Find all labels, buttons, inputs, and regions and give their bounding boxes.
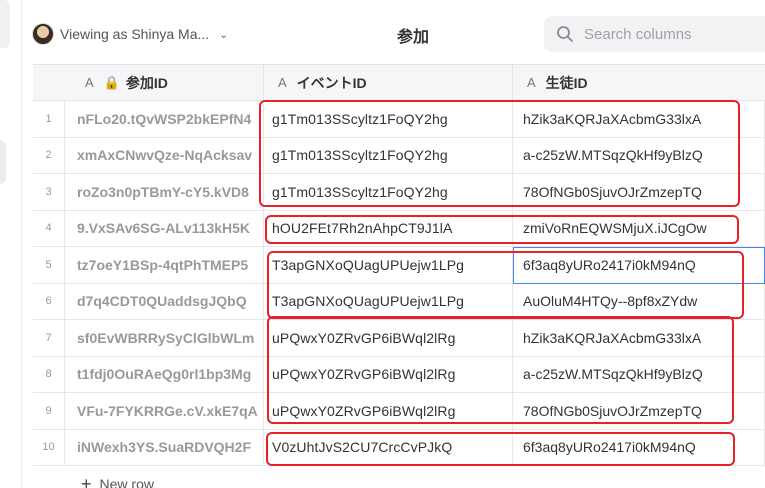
table-row: 8 t1fdj0OuRAeQg0rl1bp3Mg uPQwxY0ZRvGP6iBWq… [33,356,765,393]
row-number: 10 [33,429,65,466]
student-id-cell[interactable]: hZik3aKQRJaXAcbmG33lxA [513,320,765,357]
new-row-label: New row [99,476,154,488]
event-id-cell[interactable]: g1Tm013SScyltz1FoQY2hg [264,101,513,138]
table-row: 3 roZo3n0pTBmY-cY5.kVD8 g1Tm013SScyltz1FoQ… [33,174,765,211]
sidebar-tab-indicator [0,0,10,48]
left-sidebar-edge [0,0,22,488]
search-icon [557,26,573,42]
avatar [32,23,54,45]
student-id-cell[interactable]: a-c25zW.MTSqzQkHf9yBlzQ [513,137,765,174]
event-id-cell[interactable]: V0zUhtJvS2CU7CrcCvPJkQ [264,429,513,466]
participation-id-cell[interactable]: nFLo20.tQvWSP2bkEPfN4 [65,101,264,138]
column-header-label: 参加ID [125,74,168,91]
viewing-as-label: Viewing as Shinya Ma... [60,26,210,42]
column-header-label: 生徒ID [545,74,588,91]
event-id-cell[interactable]: T3apGNXoQUagUPUejw1LPg [264,247,513,284]
event-id-cell[interactable]: hOU2FEt7Rh2nAhpCT9J1lA [264,210,513,247]
table-row: 2 xmAxCNwvQze-NqAcksav g1Tm013SScyltz1FoQY… [33,137,765,174]
text-type-icon: A [527,75,536,90]
table-row: 5 tz7oeY1BSp-4qtPhTMEP5 T3apGNXoQUagUPUejw… [33,247,765,284]
column-header-event-id[interactable]: A イベントID [264,65,513,101]
data-grid: A 🔒 参加ID A イベントID A 生徒ID 1 nFLo20.tQvWSP2… [33,64,765,488]
sidebar-tab-indicator [0,140,6,184]
row-number: 9 [33,393,65,430]
participation-id-cell[interactable]: t1fdj0OuRAeQg0rl1bp3Mg [65,356,264,393]
new-row-button[interactable]: + New row [33,469,765,488]
student-id-cell[interactable]: 78OfNGb0SjuvOJrZmzepTQ [513,174,765,211]
column-header-participation-id[interactable]: A 🔒 参加ID [33,65,264,101]
event-id-cell[interactable]: g1Tm013SScyltz1FoQY2hg [264,137,513,174]
search-input[interactable] [584,25,764,43]
participation-id-cell[interactable]: roZo3n0pTBmY-cY5.kVD8 [65,174,264,211]
search-columns-box[interactable] [544,16,765,52]
event-id-cell[interactable]: uPQwxY0ZRvGP6iBWql2lRg [264,320,513,357]
table-row: 10 iNWexh3YS.SuaRDVQH2F V0zUhtJvS2CU7CrcCv… [33,429,765,466]
table-row: 4 9.VxSAv6SG-ALv113kH5K hOU2FEt7Rh2nAhpCT9… [33,210,765,247]
event-id-cell[interactable]: T3apGNXoQUagUPUejw1LPg [264,283,513,320]
participation-id-cell[interactable]: VFu-7FYKRRGe.cV.xkE7qA [65,393,264,430]
row-number: 7 [33,320,65,357]
chevron-down-icon: ⌄ [219,28,229,41]
column-header-student-id[interactable]: A 生徒ID [513,65,765,101]
row-number: 8 [33,356,65,393]
column-header-label: イベントID [296,74,367,91]
row-number: 2 [33,137,65,174]
student-id-cell[interactable]: zmiVoRnEQWSMjuX.iJCgOw [513,210,765,247]
table-row: 6 d7q4CDT0QUaddsgJQbQ T3apGNXoQUagUPUejw1L… [33,283,765,320]
student-id-cell[interactable]: AuOluM4HTQy--8pf8xZYdw [513,283,765,320]
participation-id-cell[interactable]: tz7oeY1BSp-4qtPhTMEP5 [65,247,264,284]
table-row: 1 nFLo20.tQvWSP2bkEPfN4 g1Tm013SScyltz1FoQ… [33,101,765,138]
row-number: 4 [33,210,65,247]
participation-id-cell[interactable]: d7q4CDT0QUaddsgJQbQ [65,283,264,320]
text-type-icon: A [278,75,287,90]
top-bar: Viewing as Shinya Ma... ⌄ 参加 [22,0,765,64]
row-number: 5 [33,247,65,284]
lock-icon: 🔒 [103,74,120,90]
student-id-cell[interactable]: a-c25zW.MTSqzQkHf9yBlzQ [513,356,765,393]
student-id-cell[interactable]: 78OfNGb0SjuvOJrZmzepTQ [513,393,765,430]
row-number: 6 [33,283,65,320]
student-id-cell[interactable]: 6f3aq8yURo2417i0kM94nQ [513,247,765,284]
participation-id-cell[interactable]: 9.VxSAv6SG-ALv113kH5K [65,210,264,247]
viewing-as-selector[interactable]: Viewing as Shinya Ma... ⌄ [32,21,228,47]
row-number: 3 [33,174,65,211]
participation-id-cell[interactable]: iNWexh3YS.SuaRDVQH2F [65,429,264,466]
plus-icon: + [81,473,92,488]
row-number: 1 [33,101,65,138]
event-id-cell[interactable]: uPQwxY0ZRvGP6iBWql2lRg [264,393,513,430]
student-id-cell[interactable]: 6f3aq8yURo2417i0kM94nQ [513,429,765,466]
table-row: 7 sf0EvWBRRySyClGlbWLm uPQwxY0ZRvGP6iBWql2… [33,320,765,357]
page-title: 参加 [397,29,430,46]
event-id-cell[interactable]: g1Tm013SScyltz1FoQY2hg [264,174,513,211]
event-id-cell[interactable]: uPQwxY0ZRvGP6iBWql2lRg [264,356,513,393]
participation-id-cell[interactable]: sf0EvWBRRySyClGlbWLm [65,320,264,357]
student-id-cell[interactable]: hZik3aKQRJaXAcbmG33lxA [513,101,765,138]
table-row: 9 VFu-7FYKRRGe.cV.xkE7qA uPQwxY0ZRvGP6iBWq… [33,393,765,430]
text-type-icon: A [85,75,94,90]
participation-id-cell[interactable]: xmAxCNwvQze-NqAcksav [65,137,264,174]
